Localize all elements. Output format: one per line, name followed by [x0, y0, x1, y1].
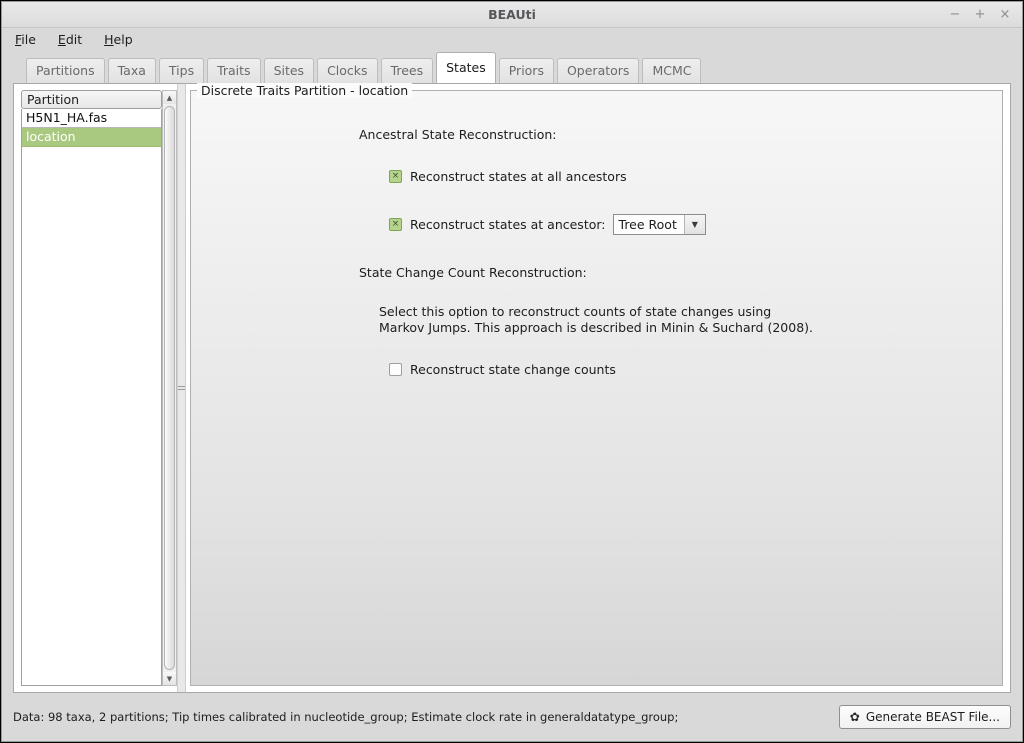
reconstruct-all-ancestors-row[interactable]: × Reconstruct states at all ancestors	[389, 169, 1002, 184]
markov-jumps-description: Select this option to reconstruct counts…	[379, 304, 1002, 336]
partition-list[interactable]: H5N1_HA.fas location	[21, 109, 162, 686]
split-pane-divider[interactable]	[177, 84, 186, 692]
menu-file-label: ile	[21, 32, 36, 47]
list-item[interactable]: location	[22, 128, 161, 147]
generate-beast-file-button[interactable]: ✿ Generate BEAST File...	[838, 705, 1011, 729]
scrollbar-track[interactable]	[163, 104, 176, 672]
status-bar: Data: 98 taxa, 2 partitions; Tip times c…	[2, 693, 1022, 741]
chevron-down-icon[interactable]: ▼	[684, 215, 705, 234]
menu-file[interactable]: File	[13, 30, 38, 49]
menu-edit-label: dit	[65, 32, 83, 47]
states-pane: Discrete Traits Partition - location Anc…	[186, 83, 1010, 692]
list-item[interactable]: H5N1_HA.fas	[22, 109, 161, 128]
reconstruct-at-ancestor-row[interactable]: × Reconstruct states at ancestor: Tree R…	[389, 214, 1002, 235]
tab-operators[interactable]: Operators	[556, 58, 640, 83]
discrete-traits-group: Discrete Traits Partition - location Anc…	[190, 83, 1003, 686]
title-bar: BEAUti − + ×	[2, 2, 1022, 28]
content-area: Partition H5N1_HA.fas location ▲ ▼ Discr…	[13, 83, 1011, 693]
close-icon[interactable]: ×	[996, 6, 1014, 24]
reconstruct-at-ancestor-label: Reconstruct states at ancestor:	[410, 217, 606, 232]
maximize-icon[interactable]: +	[971, 6, 989, 24]
reconstruct-at-ancestor-checkbox[interactable]: ×	[389, 218, 402, 231]
partition-column-header[interactable]: Partition	[21, 90, 162, 109]
menu-edit-mnemonic: E	[57, 32, 66, 47]
status-text: Data: 98 taxa, 2 partitions; Tip times c…	[13, 710, 679, 724]
tab-clocks[interactable]: Clocks	[317, 58, 378, 83]
partition-pane: Partition H5N1_HA.fas location	[14, 84, 162, 692]
menu-help-label: elp	[113, 32, 133, 47]
menu-help-mnemonic: H	[104, 32, 114, 47]
tab-mcmc[interactable]: MCMC	[642, 58, 702, 83]
minimize-icon[interactable]: −	[946, 6, 964, 24]
ancestor-select-value: Tree Root	[613, 215, 685, 234]
group-title: Discrete Traits Partition - location	[197, 83, 413, 98]
scroll-down-icon[interactable]: ▼	[163, 672, 176, 685]
application-window: BEAUti − + × File Edit Help Partitions T…	[1, 1, 1023, 742]
tab-trees[interactable]: Trees	[380, 58, 434, 83]
splitter-grip-icon	[178, 384, 185, 392]
tab-sites[interactable]: Sites	[263, 58, 315, 83]
tab-tips[interactable]: Tips	[158, 58, 205, 83]
tab-taxa[interactable]: Taxa	[107, 58, 156, 83]
reconstruct-state-change-label: Reconstruct state change counts	[410, 362, 616, 377]
reconstruct-state-change-checkbox[interactable]	[389, 363, 402, 376]
reconstruct-state-change-row[interactable]: Reconstruct state change counts	[389, 362, 1002, 377]
tab-partitions[interactable]: Partitions	[26, 58, 105, 83]
tab-traits[interactable]: Traits	[207, 58, 261, 83]
partition-list-scrollbar[interactable]: ▲ ▼	[162, 90, 177, 686]
menu-help[interactable]: Help	[102, 30, 135, 49]
tab-bar: Partitions Taxa Tips Traits Sites Clocks…	[2, 51, 1022, 83]
menu-edit[interactable]: Edit	[56, 30, 84, 49]
generate-beast-file-label: Generate BEAST File...	[865, 710, 1000, 724]
ancestor-select[interactable]: Tree Root ▼	[612, 214, 706, 235]
states-form: Ancestral State Reconstruction: × Recons…	[191, 109, 1002, 377]
tab-states[interactable]: States	[436, 52, 496, 83]
scroll-up-icon[interactable]: ▲	[163, 91, 176, 104]
gear-icon: ✿	[849, 710, 860, 724]
menu-bar: File Edit Help	[2, 28, 1022, 51]
reconstruct-all-ancestors-label: Reconstruct states at all ancestors	[410, 169, 627, 184]
ancestral-state-heading: Ancestral State Reconstruction:	[359, 127, 557, 142]
window-title: BEAUti	[488, 7, 536, 22]
reconstruct-all-ancestors-checkbox[interactable]: ×	[389, 170, 402, 183]
description-line-2: Markov Jumps. This approach is described…	[379, 320, 813, 335]
scrollbar-thumb[interactable]	[164, 106, 175, 670]
description-line-1: Select this option to reconstruct counts…	[379, 304, 772, 319]
state-change-heading: State Change Count Reconstruction:	[359, 265, 587, 280]
tab-priors[interactable]: Priors	[498, 58, 554, 83]
